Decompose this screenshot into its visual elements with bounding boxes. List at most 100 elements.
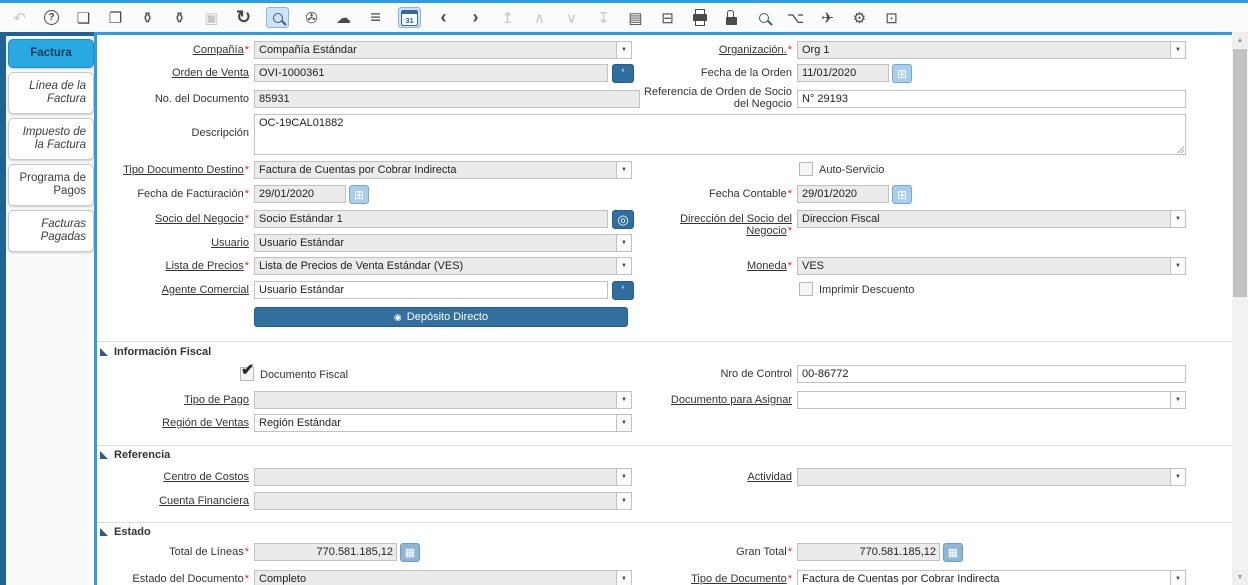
scrollbar-thumb[interactable]: [1233, 49, 1247, 297]
fecha-facturacion-field[interactable]: 29/01/2020: [254, 185, 346, 203]
socio-negocio-field[interactable]: Socio Estándar 1: [254, 210, 608, 228]
fecha-contable-field[interactable]: 29/01/2020: [797, 185, 889, 203]
zoom-across-icon[interactable]: [754, 7, 773, 28]
next-record-icon[interactable]: ∨: [562, 7, 581, 28]
no-documento-field[interactable]: 85931: [254, 90, 640, 108]
total-lineas-field[interactable]: 770.581.185,12: [254, 543, 397, 561]
agente-comercial-label: Agente Comercial: [99, 284, 249, 296]
delete-selection-icon[interactable]: ⚱: [170, 7, 189, 28]
delete-record-icon[interactable]: ⚱: [138, 7, 157, 28]
chevron-down-icon[interactable]: ▼: [616, 162, 631, 178]
tab-linea-de-la-factura[interactable]: Línea de la Factura: [8, 72, 94, 114]
menu-icon[interactable]: ≡: [366, 7, 385, 28]
settings-icon[interactable]: ⚙: [850, 7, 869, 28]
auto-servicio-checkbox[interactable]: [799, 162, 813, 176]
estado-documento-field[interactable]: Completo▼: [254, 570, 632, 585]
chevron-down-icon[interactable]: ▼: [1170, 258, 1185, 274]
agente-comercial-field[interactable]: Usuario Estándar: [254, 281, 608, 299]
descripcion-textarea[interactable]: OC-19CAL01882: [254, 114, 1186, 155]
tab-programa-de-pagos[interactable]: Programa de Pagos: [8, 164, 94, 206]
chevron-down-icon[interactable]: ▼: [616, 571, 631, 585]
compania-label: Compañía*: [99, 44, 249, 56]
previous-record-icon[interactable]: ∧: [530, 7, 549, 28]
section-header-informacion-fiscal[interactable]: Información Fiscal: [100, 346, 211, 358]
back-icon[interactable]: ‹: [434, 7, 453, 28]
section-header-estado[interactable]: Estado: [100, 526, 151, 538]
imprimir-descuento-checkbox[interactable]: [799, 282, 813, 296]
chevron-down-icon[interactable]: ▼: [616, 258, 631, 274]
compania-field[interactable]: Compañía Estándar▼: [254, 41, 632, 59]
refresh-icon[interactable]: ↻: [234, 7, 253, 28]
vertical-scrollbar[interactable]: ▲ ▼: [1232, 32, 1248, 585]
lista-precios-field[interactable]: Lista de Precios de Venta Estándar (VES)…: [254, 257, 632, 275]
calendar-picker-icon[interactable]: ⊞: [892, 64, 912, 83]
cuenta-financiera-field[interactable]: ▼: [254, 492, 632, 510]
form-panel: Compañía* Compañía Estándar▼ Organizació…: [94, 32, 1232, 585]
help-icon[interactable]: ?: [42, 7, 61, 28]
gran-total-field[interactable]: 770.581.185,12: [797, 543, 940, 561]
send-icon[interactable]: ✈: [818, 7, 837, 28]
tab-factura[interactable]: Factura: [8, 39, 94, 68]
socio-negocio-info-button[interactable]: ◎: [612, 210, 634, 229]
tipo-documento-field[interactable]: Factura de Cuentas por Cobrar Indirecta▼: [797, 570, 1186, 585]
orden-venta-field[interactable]: OVI-1000361: [254, 64, 608, 82]
find-icon[interactable]: [266, 7, 289, 28]
moneda-field[interactable]: VES▼: [797, 257, 1186, 275]
workflow-icon[interactable]: ⌥: [786, 7, 805, 28]
lock-icon[interactable]: [722, 7, 741, 28]
fecha-facturacion-label: Fecha de Facturación*: [99, 188, 249, 200]
section-header-referencia[interactable]: Referencia: [100, 449, 170, 461]
direccion-socio-field[interactable]: Direccion Fiscal▼: [797, 210, 1186, 228]
scroll-up-icon[interactable]: ▲: [1232, 32, 1248, 48]
organizacion-field[interactable]: Org 1▼: [797, 41, 1186, 59]
calendar-icon[interactable]: 31: [398, 7, 421, 28]
calendar-picker-icon[interactable]: ⊞: [349, 185, 369, 204]
attachment-icon[interactable]: ✇: [302, 7, 321, 28]
chevron-down-icon[interactable]: ▼: [1170, 392, 1185, 408]
region-ventas-field[interactable]: Región Estándar▼: [254, 414, 632, 432]
copy-record-icon[interactable]: ❐: [106, 7, 125, 28]
log-icon[interactable]: ⊡: [882, 7, 901, 28]
save-icon[interactable]: ▣: [202, 7, 221, 28]
collapse-triangle-icon: [100, 451, 108, 459]
tipo-pago-field[interactable]: ▼: [254, 391, 632, 409]
ref-orden-socio-field[interactable]: N° 29193: [797, 90, 1186, 108]
new-record-icon[interactable]: ❏: [74, 7, 93, 28]
chevron-down-icon[interactable]: ▼: [616, 415, 631, 431]
tab-impuesto-de-la-factura[interactable]: Impuesto de la Factura: [8, 118, 94, 160]
chevron-down-icon[interactable]: ▼: [616, 235, 631, 251]
documento-fiscal-checkbox[interactable]: ✔: [240, 367, 254, 381]
deposito-directo-button[interactable]: ◉Depósito Directo: [254, 307, 628, 327]
last-record-icon[interactable]: ↧: [594, 7, 613, 28]
chevron-down-icon[interactable]: ▼: [1170, 42, 1185, 58]
chevron-down-icon[interactable]: ▼: [1170, 211, 1185, 227]
tipo-doc-destino-field[interactable]: Factura de Cuentas por Cobrar Indirecta▼: [254, 161, 632, 179]
calendar-picker-icon[interactable]: ⊞: [892, 185, 912, 204]
chevron-down-icon[interactable]: ▼: [616, 42, 631, 58]
undo-icon[interactable]: ↶: [10, 7, 29, 28]
actividad-field[interactable]: ▼: [797, 468, 1186, 486]
centro-costos-field[interactable]: ▼: [254, 468, 632, 486]
chevron-down-icon[interactable]: ▼: [1170, 469, 1185, 485]
chat-icon[interactable]: ☁: [334, 7, 353, 28]
chevron-down-icon[interactable]: ▼: [1170, 571, 1185, 585]
scroll-down-icon[interactable]: ▼: [1232, 569, 1248, 585]
agente-comercial-zoom-button[interactable]: ʻ: [612, 281, 634, 300]
first-record-icon[interactable]: ↥: [498, 7, 517, 28]
nro-control-field[interactable]: 00-86772: [797, 365, 1186, 383]
archive-icon[interactable]: ⊟: [658, 7, 677, 28]
chevron-down-icon[interactable]: ▼: [616, 469, 631, 485]
tab-facturas-pagadas[interactable]: Facturas Pagadas: [8, 210, 94, 252]
chevron-down-icon[interactable]: ▼: [616, 392, 631, 408]
fecha-orden-field[interactable]: 11/01/2020: [797, 64, 889, 82]
usuario-field[interactable]: Usuario Estándar▼: [254, 234, 632, 252]
print-icon[interactable]: [690, 7, 709, 28]
calculator-icon[interactable]: ▦: [400, 543, 420, 562]
report-icon[interactable]: ▤: [626, 7, 645, 28]
calculator-icon[interactable]: ▦: [943, 543, 963, 562]
orden-venta-zoom-button[interactable]: ʻ: [612, 64, 634, 83]
documento-asignar-label: Documento para Asignar: [642, 394, 792, 406]
documento-asignar-field[interactable]: ▼: [797, 391, 1186, 409]
forward-icon[interactable]: ›: [466, 7, 485, 28]
chevron-down-icon[interactable]: ▼: [616, 493, 631, 509]
